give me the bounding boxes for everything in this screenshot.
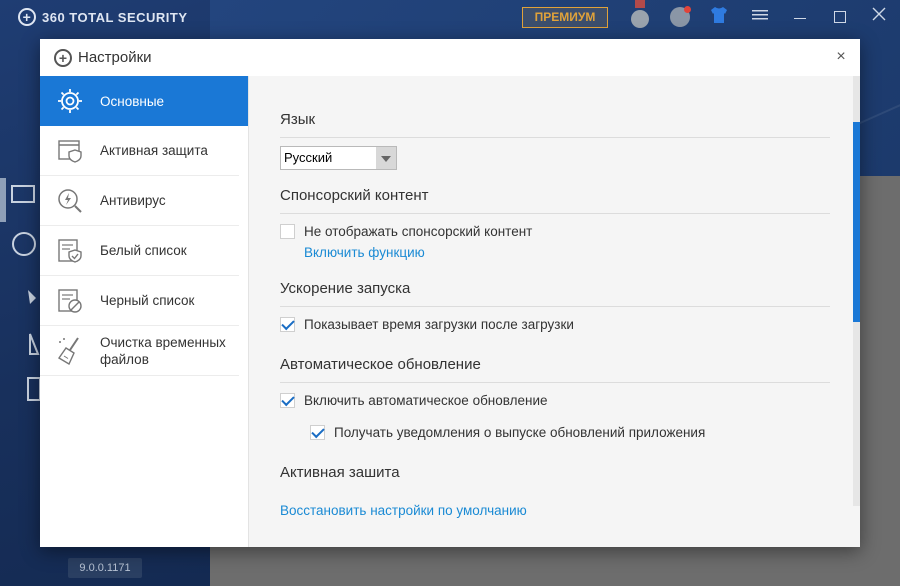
section-startup-heading: Ускорение запуска — [280, 280, 411, 297]
section-language-heading: Язык — [280, 111, 316, 128]
settings-sidebar: Основные Активная защита Антивирус Белый… — [40, 76, 249, 547]
user-avatar-icon[interactable] — [669, 6, 691, 28]
sidebar-item-label: Белый список — [100, 243, 187, 258]
premium-button[interactable]: ПРЕМИУМ — [522, 7, 608, 28]
scrollbar-thumb[interactable] — [853, 122, 860, 322]
maximize-icon[interactable] — [829, 6, 851, 28]
update-notify-checkbox[interactable] — [310, 425, 325, 440]
sidebar-item-active-protection[interactable]: Активная защита — [40, 126, 239, 176]
update-notify-checkbox-label: Получать уведомления о выпуске обновлени… — [334, 425, 706, 440]
divider — [280, 382, 830, 383]
divider — [280, 306, 830, 307]
section-active-protection-heading: Активная зашита — [280, 464, 400, 481]
dialog-close-icon[interactable]: × — [832, 48, 850, 66]
divider — [280, 137, 830, 138]
brand-name: 360 TOTAL SECURITY — [42, 9, 188, 25]
sponsored-checkbox[interactable] — [280, 224, 295, 239]
menu-icon[interactable] — [749, 6, 771, 28]
dialog-logo-icon: + — [54, 48, 72, 67]
settings-content: Язык Русский Спонсорский контент Не отоб… — [249, 76, 860, 547]
startup-checkbox-row[interactable]: Показывает время загрузки после загрузки — [280, 317, 574, 332]
sidebar-item-general[interactable]: Основные — [40, 76, 248, 126]
autoupdate-checkbox[interactable] — [280, 393, 295, 408]
autoupdate-checkbox-label: Включить автоматическое обновление — [304, 393, 548, 408]
language-select[interactable]: Русский — [280, 146, 397, 170]
sidebar-item-label: Черный список — [100, 293, 195, 308]
content-scrollbar[interactable] — [853, 76, 860, 506]
skin-shirt-icon[interactable] — [708, 6, 730, 28]
startup-checkbox[interactable] — [280, 317, 295, 332]
shield-window-icon — [40, 137, 100, 165]
lightning-search-icon — [40, 187, 100, 215]
divider — [280, 213, 830, 214]
app-version: 9.0.0.1171 — [68, 558, 142, 578]
app-nav-clock-icon[interactable] — [0, 226, 40, 266]
settings-dialog: + Настройки × Основные Активная защита А… — [40, 39, 860, 547]
minimize-icon[interactable] — [789, 6, 811, 28]
sponsored-checkbox-row[interactable]: Не отображать спонсорский контент — [280, 224, 532, 239]
update-notify-checkbox-row[interactable]: Получать уведомления о выпуске обновлени… — [310, 425, 705, 440]
whitelist-icon — [40, 237, 100, 265]
sidebar-item-label: Активная защита — [100, 143, 208, 158]
blacklist-icon — [40, 287, 100, 315]
brand-logo-icon: + — [18, 8, 36, 26]
section-autoupdate-heading: Автоматическое обновление — [280, 356, 481, 373]
sidebar-item-label: Основные — [100, 93, 165, 109]
sidebar-item-whitelist[interactable]: Белый список — [40, 226, 239, 276]
chevron-down-icon[interactable] — [376, 147, 396, 169]
dialog-header: + Настройки × — [40, 39, 860, 76]
sidebar-item-blacklist[interactable]: Черный список — [40, 276, 239, 326]
language-select-value: Русский — [284, 150, 333, 165]
autoupdate-checkbox-row[interactable]: Включить автоматическое обновление — [280, 393, 548, 408]
startup-checkbox-label: Показывает время загрузки после загрузки — [304, 317, 574, 332]
broom-icon — [40, 336, 100, 366]
app-nav-box-icon[interactable] — [0, 370, 41, 410]
sidebar-item-antivirus[interactable]: Антивирус — [40, 176, 239, 226]
gear-icon — [40, 87, 100, 115]
app-nav-computer-icon[interactable] — [0, 180, 40, 220]
dialog-title: Настройки — [78, 49, 152, 66]
sidebar-item-label: Антивирус — [100, 193, 166, 208]
sidebar-item-label: Очистка временных файлов — [100, 334, 226, 367]
app-brand: + 360 TOTAL SECURITY — [18, 8, 188, 26]
sponsored-checkbox-label: Не отображать спонсорский контент — [304, 224, 533, 239]
enable-feature-link[interactable]: Включить функцию — [304, 245, 425, 260]
app-nav-rocket-icon[interactable] — [0, 276, 40, 316]
section-sponsored-heading: Спонсорский контент — [280, 187, 429, 204]
notification-dot — [684, 6, 691, 13]
restore-defaults-link[interactable]: Восстановить настройки по умолчанию — [280, 503, 527, 518]
medal-icon[interactable] — [629, 0, 651, 28]
window-close-icon[interactable] — [868, 6, 890, 28]
sidebar-item-temp-cleanup[interactable]: Очистка временных файлов — [40, 326, 239, 376]
app-nav-tools-icon[interactable] — [0, 324, 40, 364]
